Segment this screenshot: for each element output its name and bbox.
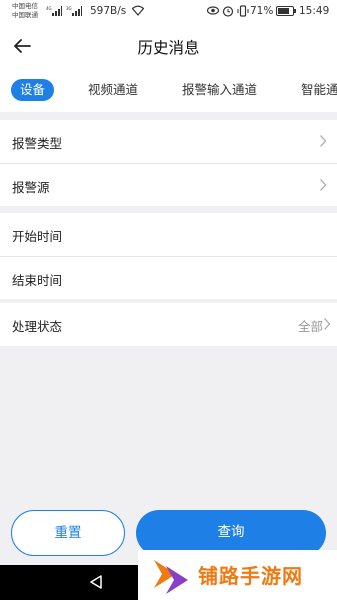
process-status-label: 处理状态 bbox=[12, 319, 63, 334]
eye-icon bbox=[207, 6, 219, 15]
svg-text:4G: 4G bbox=[46, 6, 52, 11]
end-time-label: 结束时间 bbox=[12, 273, 63, 288]
signal-icon: 3G bbox=[66, 6, 82, 16]
watermark-logo-icon bbox=[154, 560, 188, 594]
chevron-right-icon bbox=[324, 318, 331, 330]
tab-device[interactable]: 设备 bbox=[11, 79, 55, 101]
nav-back-icon[interactable] bbox=[88, 574, 104, 590]
page-title: 历史消息 bbox=[137, 39, 200, 57]
watermark: 铺路手游网 bbox=[138, 550, 337, 600]
app-header: 历史消息 bbox=[0, 24, 337, 68]
tab-alarm-input-channel[interactable]: 报警输入通道 bbox=[182, 79, 257, 101]
alarm-source-label: 报警源 bbox=[12, 180, 50, 195]
battery-icon bbox=[276, 6, 296, 16]
tab-smart-channel[interactable]: 智能通 bbox=[301, 79, 337, 101]
process-status-row[interactable]: 处理状态 全部 bbox=[0, 303, 337, 346]
alarm-type-label: 报警类型 bbox=[12, 136, 63, 151]
end-time-row[interactable]: 结束时间 bbox=[0, 256, 337, 299]
process-status-value: 全部 bbox=[297, 319, 323, 334]
chevron-right-icon bbox=[320, 135, 327, 147]
start-time-row[interactable]: 开始时间 bbox=[0, 213, 337, 256]
signal-icon: 4G bbox=[46, 6, 62, 16]
alarm-source-row[interactable]: 报警源 bbox=[0, 163, 337, 206]
channel-tabs: 设备 视频通道 报警输入通道 智能通 bbox=[0, 68, 337, 112]
alarm-clock-icon bbox=[222, 6, 234, 17]
clock-time: 15:49 bbox=[299, 5, 330, 17]
start-time-label: 开始时间 bbox=[12, 229, 63, 244]
alarm-type-row[interactable]: 报警类型 bbox=[0, 120, 337, 163]
svg-text:3G: 3G bbox=[66, 6, 72, 11]
carrier-info: 中国电信 中国联通 bbox=[12, 2, 38, 20]
watermark-text: 铺路手游网 bbox=[198, 564, 303, 588]
chevron-right-icon bbox=[320, 179, 327, 191]
carrier-1: 中国电信 bbox=[12, 2, 38, 10]
battery-percent: 71% bbox=[250, 5, 274, 17]
reset-button[interactable]: 重置 bbox=[11, 510, 125, 556]
net-speed: 597B/s bbox=[90, 5, 127, 17]
status-filter-section: 处理状态 全部 bbox=[0, 303, 337, 346]
carrier-2: 中国联通 bbox=[12, 11, 38, 19]
wifi-icon bbox=[132, 5, 144, 16]
time-filter-section: 开始时间 结束时间 bbox=[0, 213, 337, 299]
alarm-filter-section: 报警类型 报警源 bbox=[0, 120, 337, 206]
status-bar: 中国电信 中国联通 4G 3G 597B/s 71% 15:49 bbox=[0, 0, 337, 24]
tab-video-channel[interactable]: 视频通道 bbox=[88, 79, 138, 101]
vibrate-icon bbox=[237, 5, 249, 17]
